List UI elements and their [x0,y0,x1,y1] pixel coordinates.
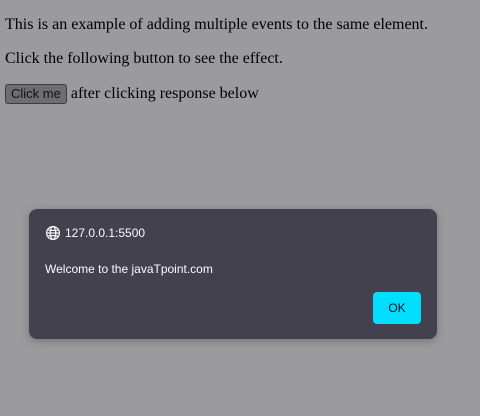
ok-button[interactable]: OK [373,292,421,324]
alert-origin: 127.0.0.1:5500 [45,225,145,241]
instruction-text: Click the following button to see the ef… [5,50,283,67]
globe-icon [45,225,61,241]
intro-text: This is an example of adding multiple ev… [5,16,428,33]
page-content: This is an example of adding multiple ev… [0,0,480,416]
alert-message: Welcome to the javaTpoint.com [45,262,213,276]
response-hint-text: after clicking response below [70,85,259,102]
alert-origin-text: 127.0.0.1:5500 [65,226,146,240]
click-me-button[interactable]: Click me [5,84,67,104]
alert-dialog: 127.0.0.1:5500 Welcome to the javaTpoint… [29,209,437,339]
button-row: Click me after clicking response below [5,84,259,104]
